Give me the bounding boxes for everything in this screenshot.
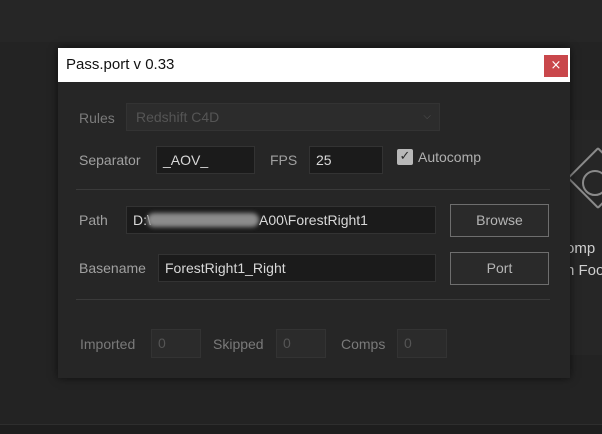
redacted-blur [147, 213, 259, 227]
imported-label: Imported [80, 336, 136, 352]
port-button[interactable]: Port [450, 252, 549, 285]
passport-dialog: Pass.port v 0.33 × Rules Redshift C4D ⌵ … [58, 48, 570, 378]
composition-icon-circle [582, 170, 602, 196]
path-label: Path [79, 212, 108, 228]
imported-count: 0 [151, 329, 201, 358]
rules-select[interactable]: Redshift C4D ⌵ [126, 103, 440, 131]
basename-label: Basename [79, 260, 146, 276]
rules-select-value: Redshift C4D [136, 109, 220, 125]
skipped-label: Skipped [213, 336, 264, 352]
background-panel: omp n Foo [566, 120, 602, 355]
fps-label: FPS [270, 152, 298, 168]
browse-button[interactable]: Browse [450, 204, 549, 237]
autocomp-label: Autocomp [418, 149, 482, 165]
separator-label: Separator [79, 152, 141, 168]
basename-input[interactable]: ForestRight1_Right [158, 254, 436, 282]
autocomp-checkbox[interactable]: ✓ [397, 149, 413, 165]
skipped-count: 0 [276, 329, 326, 358]
comps-label: Comps [341, 336, 386, 352]
path-suffix: A00\ForestRight1 [259, 212, 368, 228]
separator-input[interactable]: _AOV_ [156, 146, 255, 174]
background-text-1: omp [566, 240, 596, 257]
close-button[interactable]: × [544, 55, 568, 77]
chevron-down-icon: ⌵ [423, 111, 431, 122]
window-title: Pass.port v 0.33 [66, 56, 175, 73]
background-text-2: n Foo [566, 262, 602, 279]
path-input[interactable]: D:\ A00\ForestRight1 [126, 206, 436, 234]
comps-count: 0 [397, 329, 447, 358]
title-bar[interactable]: Pass.port v 0.33 × [58, 48, 570, 82]
fps-input[interactable]: 25 [309, 146, 383, 174]
divider [76, 189, 550, 190]
background-band [0, 0, 602, 42]
divider [76, 299, 550, 300]
rules-label: Rules [79, 110, 115, 126]
